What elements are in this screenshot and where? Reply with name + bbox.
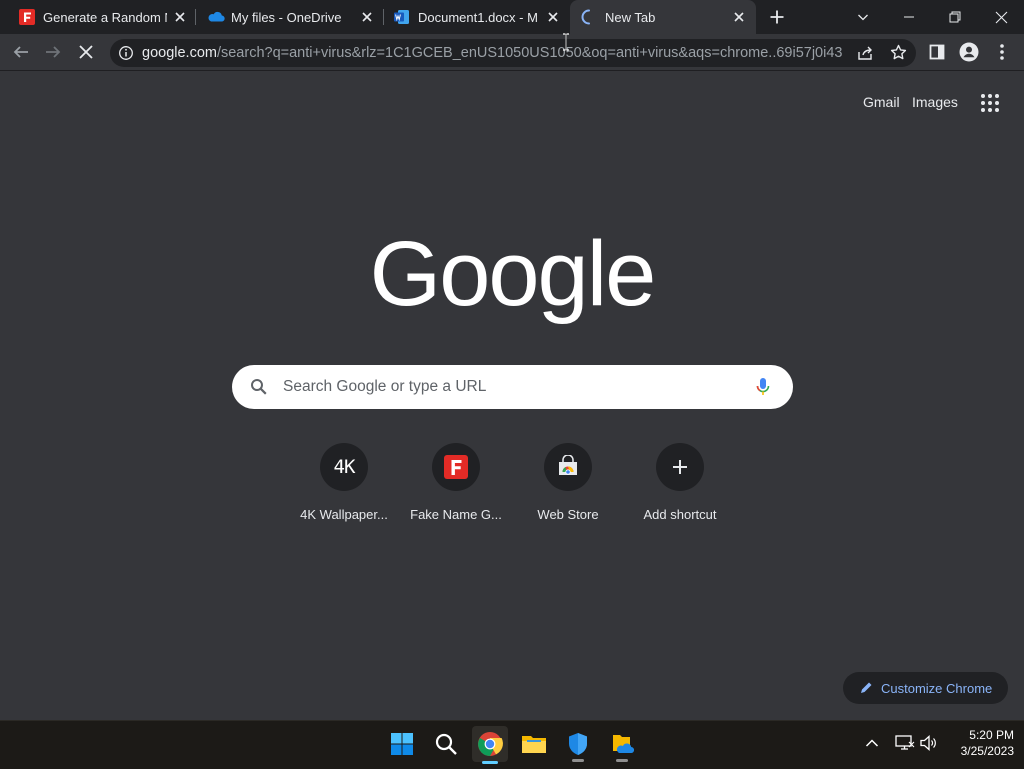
network-status-button[interactable] <box>895 733 915 753</box>
stop-loading-button[interactable] <box>74 40 98 64</box>
search-icon <box>435 733 457 755</box>
running-app-indicator <box>616 759 628 762</box>
bookmark-star-icon[interactable] <box>890 44 907 66</box>
customize-chrome-button[interactable]: Customize Chrome <box>843 672 1008 704</box>
customize-chrome-label: Customize Chrome <box>881 681 993 696</box>
minimize-icon <box>904 16 914 18</box>
active-app-indicator <box>482 761 498 764</box>
more-vertical-icon <box>1000 44 1004 60</box>
file-explorer-icon <box>522 736 546 753</box>
close-icon <box>79 45 93 59</box>
new-tab-button[interactable] <box>764 0 790 34</box>
tab-random-name[interactable]: Generate a Random Na <box>8 0 196 34</box>
chrome-icon <box>478 732 503 756</box>
tab-new-tab[interactable]: New Tab <box>570 0 756 34</box>
logo-text: Google <box>370 223 655 325</box>
close-window-button[interactable] <box>988 0 1014 34</box>
start-button[interactable] <box>384 728 420 760</box>
close-icon <box>995 11 1007 23</box>
site-info-icon[interactable] <box>118 45 134 66</box>
4k-wallpaper-icon: 4K <box>320 443 368 491</box>
browser-toolbar: google.com/search?q=anti+virus&rlz=1C1GC… <box>0 34 1024 71</box>
close-tab-icon[interactable] <box>546 10 560 24</box>
profile-button[interactable] <box>957 40 981 64</box>
close-tab-icon[interactable] <box>732 10 746 24</box>
address-bar[interactable]: google.com/search?q=anti+virus&rlz=1C1GC… <box>110 39 916 67</box>
tab-title: My files - OneDrive <box>231 10 342 25</box>
volume-button[interactable] <box>919 733 939 753</box>
google-apps-button[interactable] <box>978 91 1002 115</box>
shortcut-glyph: 4K <box>333 456 356 478</box>
add-shortcut-tile[interactable]: Add shortcut <box>624 443 736 533</box>
share-icon[interactable] <box>857 45 874 66</box>
taskbar-search-button[interactable] <box>428 728 464 760</box>
clock-date: 3/25/2023 <box>960 744 1014 758</box>
network-monitor-icon <box>895 735 915 750</box>
profile-avatar-icon <box>959 42 979 62</box>
taskbar-clock[interactable]: 5:20 PM 3/25/2023 <box>948 727 1014 759</box>
chevron-down-icon <box>858 14 868 21</box>
restore-button[interactable] <box>942 0 968 34</box>
images-link[interactable]: Images <box>912 94 958 110</box>
voice-search-mic-icon[interactable] <box>755 377 771 402</box>
google-logo: Google <box>0 215 1024 340</box>
plus-icon <box>656 443 704 491</box>
tab-search-button[interactable] <box>850 0 876 34</box>
plus-icon <box>770 10 784 24</box>
ntp-search-box[interactable]: Search Google or type a URL <box>232 365 793 409</box>
fakename-f-icon <box>19 9 35 25</box>
taskbar-chrome[interactable] <box>472 726 508 764</box>
restore-icon <box>949 11 961 23</box>
shortcut-tile-fake-name[interactable]: Fake Name G... <box>400 443 512 533</box>
taskbar-windows-security[interactable] <box>560 728 596 762</box>
close-tab-icon[interactable] <box>360 10 374 24</box>
gmail-link[interactable]: Gmail <box>863 94 900 110</box>
forward-button[interactable] <box>41 40 65 64</box>
taskbar-file-explorer[interactable] <box>516 728 552 760</box>
tab-title: Document1.docx - Mic <box>418 10 538 25</box>
url-path: /search?q=anti+virus&rlz=1C1GCEB_enUS105… <box>216 45 842 61</box>
minimize-button[interactable] <box>896 0 922 34</box>
shortcut-tile-4k-wallpaper[interactable]: 4K 4K Wallpaper... <box>288 443 400 533</box>
onedrive-cloud-icon <box>207 9 225 25</box>
shortcut-label: Add shortcut <box>643 507 717 522</box>
side-panel-icon <box>929 44 945 60</box>
search-icon <box>250 378 268 401</box>
taskbar-onedrive-folder[interactable] <box>604 728 640 762</box>
forward-arrow-icon <box>46 46 61 58</box>
shortcut-tile-web-store[interactable]: Web Store <box>512 443 624 533</box>
running-app-indicator <box>572 759 584 762</box>
show-hidden-icons-button[interactable] <box>862 733 882 753</box>
windows-start-icon <box>391 733 413 755</box>
close-tab-icon[interactable] <box>173 10 187 24</box>
tab-title: Generate a Random Na <box>43 10 167 25</box>
back-arrow-icon <box>13 46 28 58</box>
url-host: google.com <box>142 45 217 61</box>
tab-onedrive[interactable]: My files - OneDrive <box>196 0 384 34</box>
back-button[interactable] <box>9 40 33 64</box>
fakename-f-icon <box>432 443 480 491</box>
onedrive-folder-icon <box>613 735 634 754</box>
windows-security-icon <box>569 733 587 755</box>
tab-title: New Tab <box>605 10 656 25</box>
text-cursor-icon <box>561 33 571 56</box>
volume-icon <box>920 735 936 751</box>
word-icon <box>394 9 410 25</box>
tab-strip: Generate a Random Na My files - OneDrive… <box>0 0 1024 34</box>
pencil-icon <box>859 681 873 700</box>
clock-time: 5:20 PM <box>969 728 1014 742</box>
chrome-menu-button[interactable] <box>990 40 1014 64</box>
loading-spinner-icon <box>581 9 597 25</box>
tab-word-document[interactable]: Document1.docx - Mic <box>383 0 569 34</box>
apps-grid-icon <box>981 94 999 112</box>
search-placeholder: Search Google or type a URL <box>283 378 487 395</box>
url-text[interactable]: google.com/search?q=anti+virus&rlz=1C1GC… <box>142 45 842 61</box>
web-store-icon <box>544 443 592 491</box>
side-panel-button[interactable] <box>925 40 949 64</box>
shortcut-label: Fake Name G... <box>410 507 502 522</box>
shortcut-label: Web Store <box>537 507 599 522</box>
chevron-up-icon <box>865 739 879 747</box>
shortcut-label: 4K Wallpaper... <box>300 507 388 522</box>
